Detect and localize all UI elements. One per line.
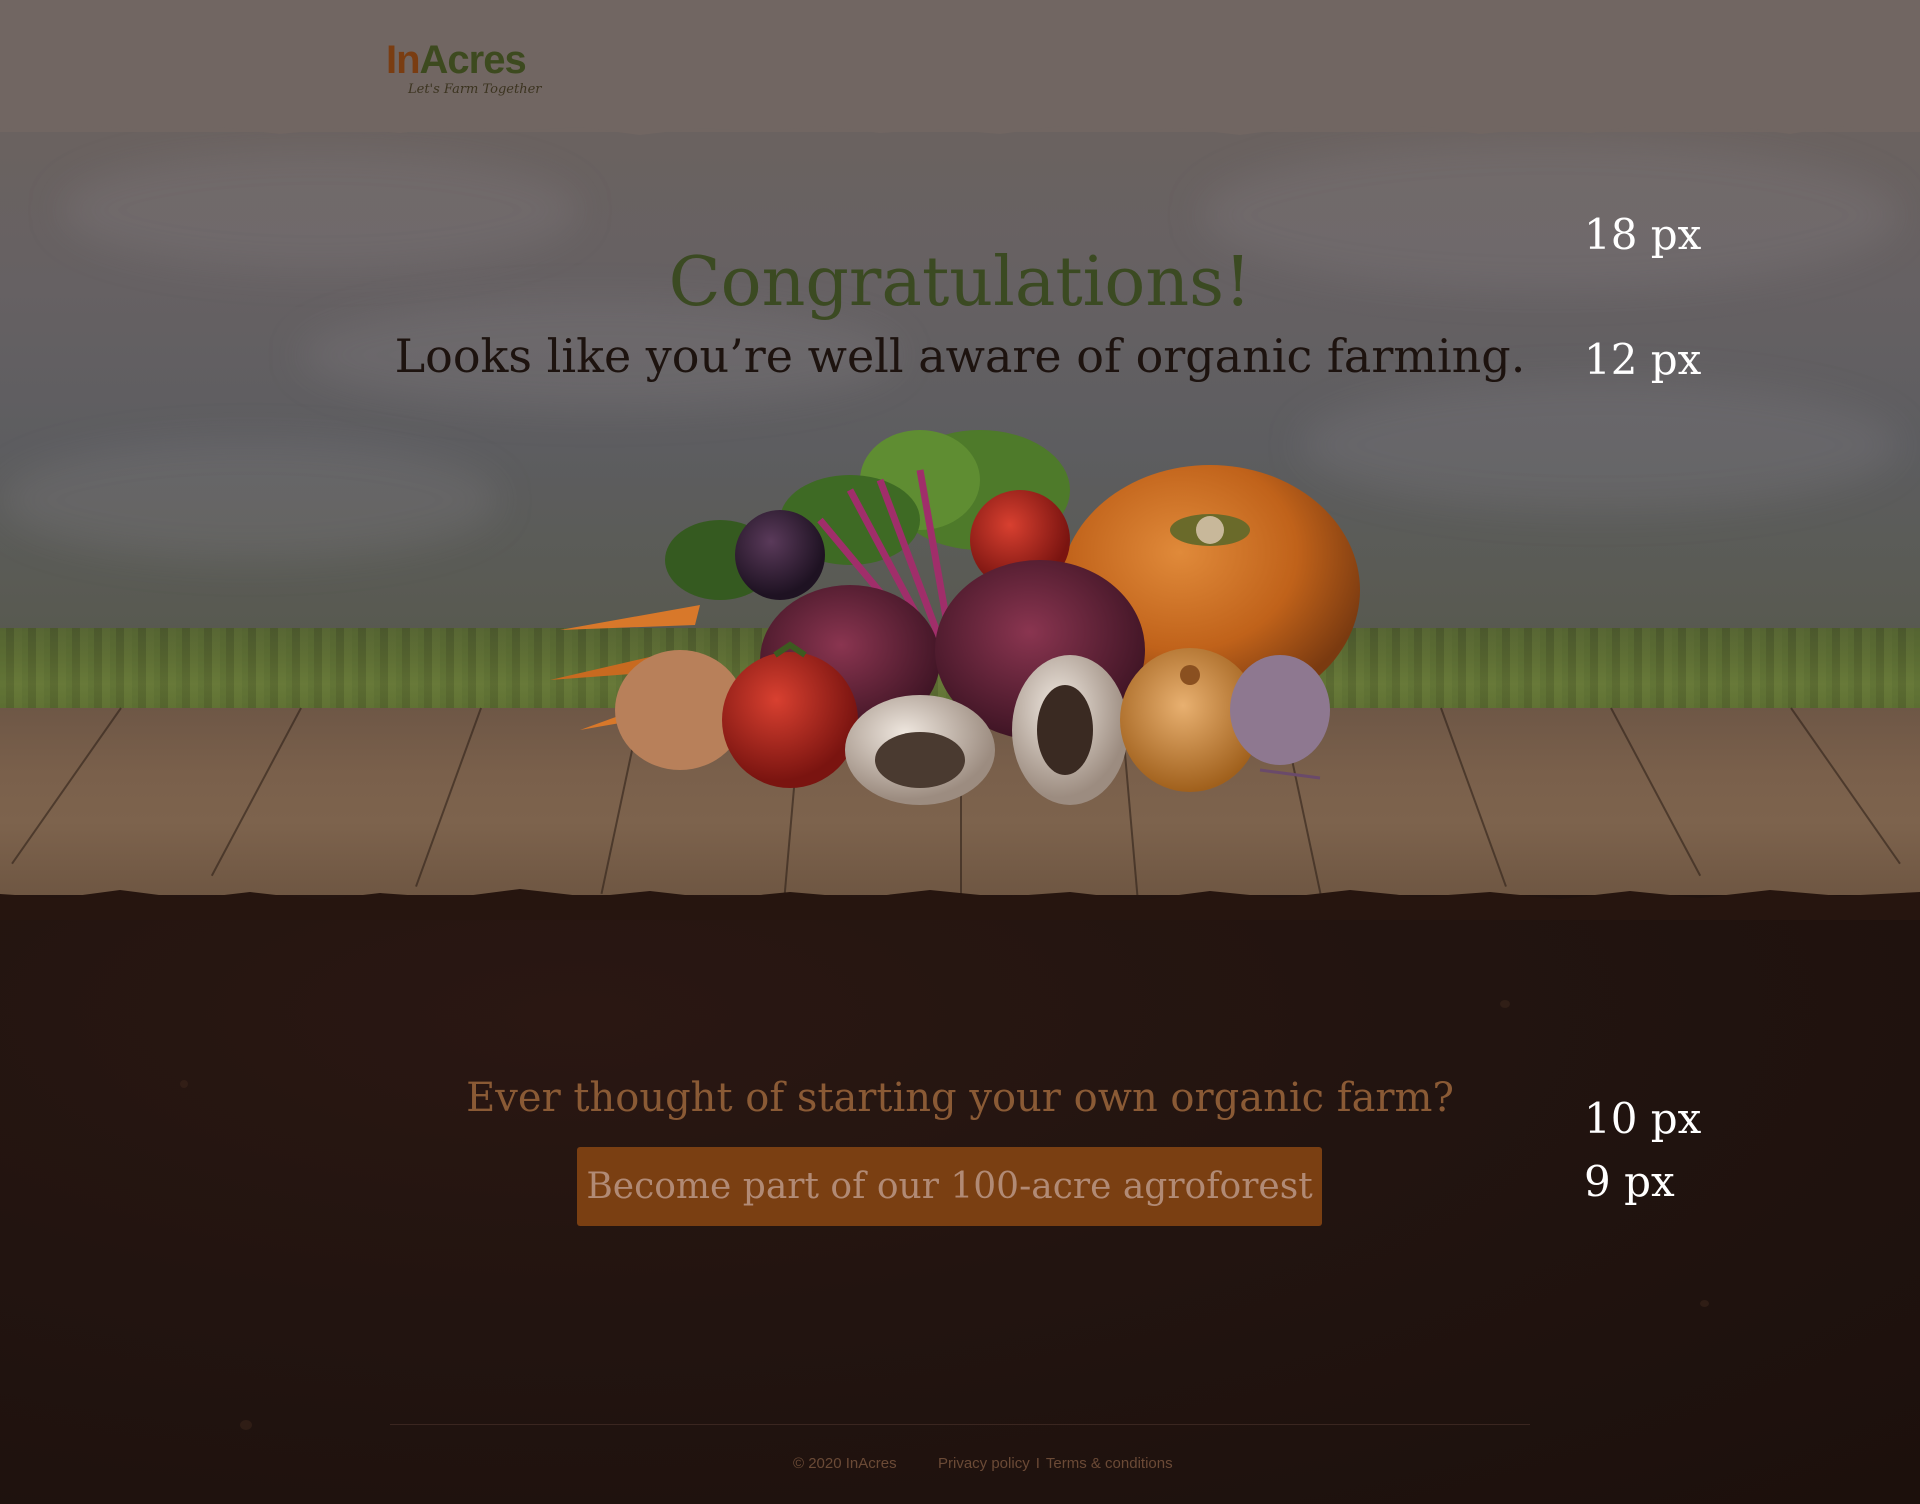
- logo-tagline: Let's Farm Together: [408, 82, 542, 97]
- page: InAcres Let's Farm Together Congratulati…: [0, 0, 1920, 1504]
- logo-wordmark: InAcres: [386, 36, 566, 84]
- brand-logo[interactable]: InAcres Let's Farm Together: [386, 36, 566, 106]
- soil-torn-edge: [0, 889, 1920, 920]
- vegetables-image: [550, 430, 1360, 805]
- footer-copyright: © 2020 InAcres: [793, 1455, 897, 1472]
- spec-title-size: 18 px: [1584, 210, 1702, 259]
- spec-subtitle-size: 12 px: [1584, 335, 1702, 384]
- terms-link[interactable]: Terms & conditions: [1046, 1455, 1173, 1472]
- footer-separator: I: [1035, 1455, 1040, 1472]
- cloud: [0, 440, 500, 560]
- header-band: [0, 0, 1920, 132]
- soil-speck: [240, 1420, 252, 1430]
- header-torn-edge: [0, 118, 1920, 135]
- soil-speck: [1700, 1300, 1709, 1307]
- footer-links: Privacy policy I Terms & conditions: [938, 1455, 1173, 1472]
- join-agroforest-button[interactable]: Become part of our 100-acre agroforest: [577, 1147, 1322, 1226]
- logo-acres: Acres: [419, 38, 527, 82]
- soil-speck: [1500, 1000, 1510, 1008]
- cta-question: Ever thought of starting your own organi…: [466, 1075, 1454, 1121]
- logo-in: In: [386, 38, 421, 82]
- footer-divider: [390, 1424, 1530, 1425]
- privacy-policy-link[interactable]: Privacy policy: [938, 1455, 1030, 1472]
- spec-button-size: 9 px: [1584, 1157, 1675, 1206]
